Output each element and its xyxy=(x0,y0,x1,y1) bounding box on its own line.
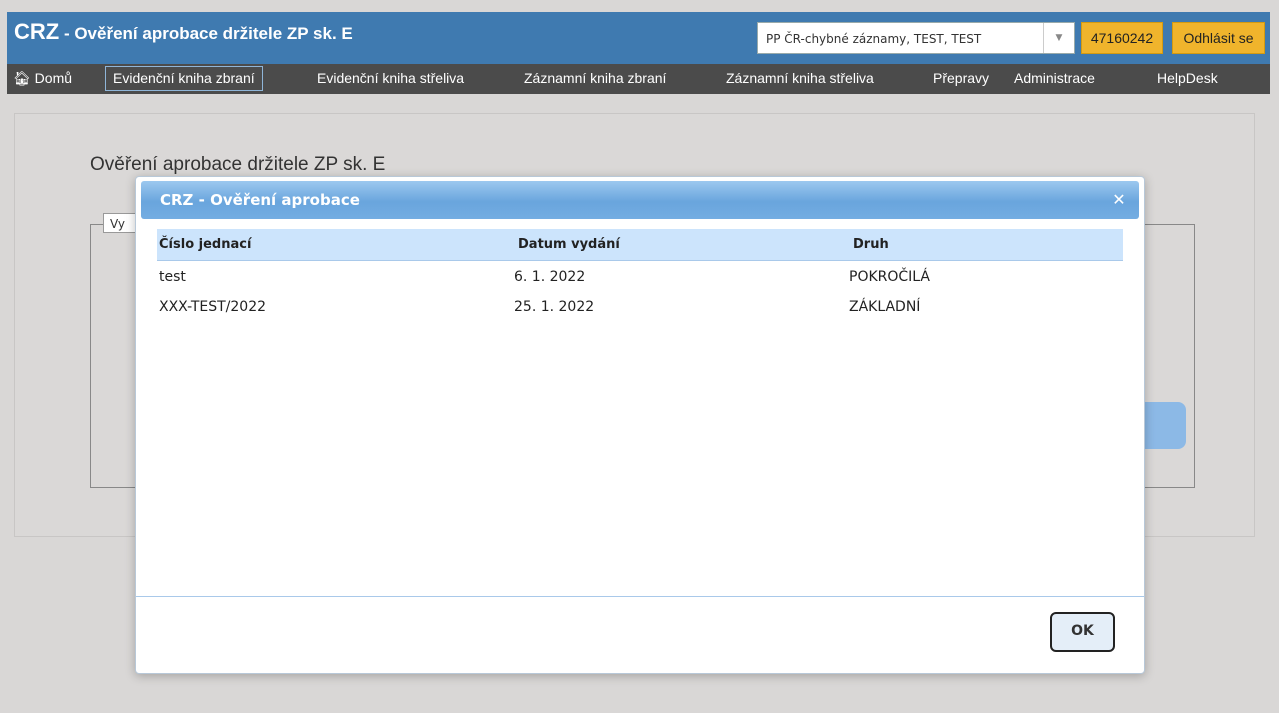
nav-home[interactable]: 🏠︎ Domů xyxy=(13,66,72,91)
dialog-header: CRZ - Ověření aprobace ✕ xyxy=(141,181,1139,219)
chevron-down-icon[interactable]: ▼ xyxy=(1043,23,1074,53)
column-header-cislo-jednaci[interactable]: Číslo jednací xyxy=(159,237,251,252)
user-id-badge[interactable]: 47160242 xyxy=(1081,22,1163,54)
background-action-button[interactable] xyxy=(1143,402,1186,449)
table-row[interactable]: XXX-TEST/2022 25. 1. 2022 ZÁKLADNÍ xyxy=(157,291,1123,321)
table-cell: POKROČILÁ xyxy=(849,269,930,285)
aprobace-table: Číslo jednací Datum vydání Druh test 6. … xyxy=(157,229,1123,321)
table-cell: ZÁKLADNÍ xyxy=(849,299,921,315)
table-row[interactable]: test 6. 1. 2022 POKROČILÁ xyxy=(157,261,1123,291)
dialog-title: CRZ - Ověření aprobace xyxy=(160,191,360,209)
app-title: CRZ - Ověření aprobace držitele ZP sk. E xyxy=(14,19,353,45)
table-header-row: Číslo jednací Datum vydání Druh xyxy=(157,229,1123,261)
app-header: CRZ - Ověření aprobace držitele ZP sk. E… xyxy=(7,12,1270,64)
main-navigation: 🏠︎ Domů Evidenční kniha zbraní Evidenční… xyxy=(7,64,1270,94)
organization-select-value: PP ČR-chybné záznamy, TEST, TEST xyxy=(766,32,982,46)
page-title: Ověření aprobace držitele ZP sk. E xyxy=(90,154,386,175)
table-cell: 25. 1. 2022 xyxy=(514,299,595,315)
ok-button[interactable]: OK xyxy=(1050,612,1115,652)
column-header-druh[interactable]: Druh xyxy=(853,237,889,252)
nav-home-label: Domů xyxy=(34,70,73,86)
home-icon: 🏠︎ xyxy=(13,70,31,86)
nav-administrace[interactable]: Administrace xyxy=(1014,66,1095,91)
table-cell: 6. 1. 2022 xyxy=(514,269,586,285)
column-header-datum-vydani[interactable]: Datum vydání xyxy=(518,237,620,252)
nav-prepravy[interactable]: Přepravy xyxy=(933,66,989,91)
logout-button[interactable]: Odhlásit se xyxy=(1172,22,1265,54)
table-cell: test xyxy=(159,269,186,285)
nav-evidencni-kniha-streliva[interactable]: Evidenční kniha střeliva xyxy=(317,66,464,91)
brand-logo-text: CRZ xyxy=(14,19,60,44)
dialog-footer-divider xyxy=(136,596,1144,597)
nav-evidencni-kniha-zbrani[interactable]: Evidenční kniha zbraní xyxy=(105,66,263,91)
nav-helpdesk[interactable]: HelpDesk xyxy=(1157,66,1218,91)
verification-dialog: CRZ - Ověření aprobace ✕ Číslo jednací D… xyxy=(135,176,1145,674)
table-cell: XXX-TEST/2022 xyxy=(159,299,267,315)
close-icon[interactable]: ✕ xyxy=(1111,192,1127,208)
organization-select[interactable]: PP ČR-chybné záznamy, TEST, TEST ▼ xyxy=(757,22,1075,54)
nav-zaznamni-kniha-streliva[interactable]: Záznamní kniha střeliva xyxy=(726,66,874,91)
app-subtitle: - Ověření aprobace držitele ZP sk. E xyxy=(59,24,353,43)
nav-zaznamni-kniha-zbrani[interactable]: Záznamní kniha zbraní xyxy=(524,66,666,91)
